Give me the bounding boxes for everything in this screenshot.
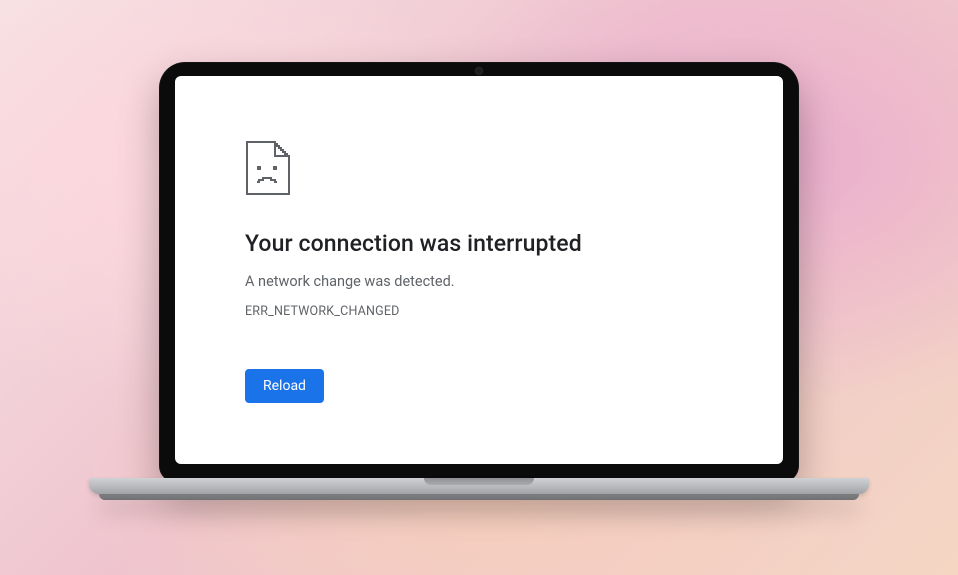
webcam-dot (476, 68, 482, 74)
laptop-base (89, 478, 869, 500)
sad-page-icon (245, 140, 291, 196)
laptop-hinge-notch (424, 478, 534, 485)
reload-button[interactable]: Reload (245, 369, 324, 403)
error-heading: Your connection was interrupted (245, 230, 713, 257)
laptop-screen: Your connection was interrupted A networ… (175, 76, 783, 464)
browser-error-page: Your connection was interrupted A networ… (175, 76, 783, 433)
laptop-lid: Your connection was interrupted A networ… (159, 62, 799, 482)
laptop-frame: Your connection was interrupted A networ… (159, 62, 799, 500)
laptop-base-edge (99, 494, 859, 500)
error-code: ERR_NETWORK_CHANGED (245, 304, 713, 319)
laptop-base-top (89, 478, 869, 494)
error-subtext: A network change was detected. (245, 273, 713, 290)
